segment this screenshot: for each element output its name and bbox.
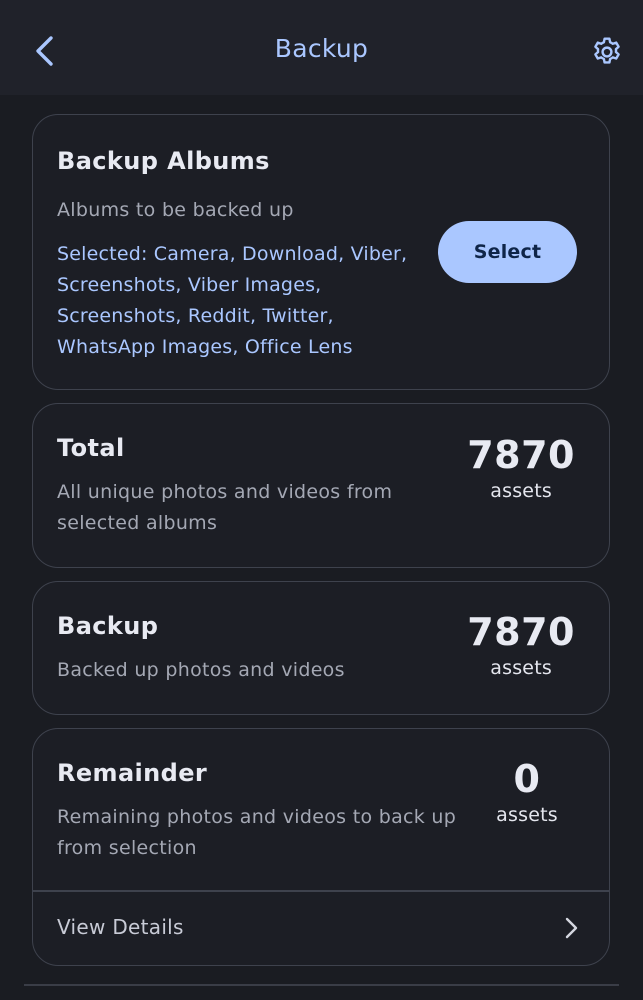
count-unit: assets — [496, 804, 558, 826]
bottom-divider — [24, 984, 619, 986]
count-value: 7870 — [467, 610, 575, 654]
card-subtitle: Remaining photos and videos to back up f… — [57, 806, 457, 859]
total-card: Total All unique photos and videos from … — [32, 403, 610, 568]
count-value: 0 — [513, 757, 541, 801]
card-subtitle: Backed up photos and videos — [57, 659, 345, 681]
settings-button[interactable] — [586, 31, 628, 73]
count-unit: assets — [490, 480, 552, 502]
backup-albums-card: Backup Albums Albums to be backed up Sel… — [32, 114, 610, 390]
app-bar: Backup — [0, 0, 643, 95]
gear-icon — [594, 37, 620, 64]
card-title: Total — [57, 434, 125, 462]
remainder-card: Remainder Remaining photos and videos to… — [32, 728, 610, 966]
card-title: Remainder — [57, 759, 208, 787]
asset-count: 7870 assets — [467, 610, 575, 682]
backup-card: Backup Backed up photos and videos 7870 … — [32, 581, 610, 715]
chevron-right-icon — [565, 917, 578, 939]
asset-count: 0 assets — [479, 757, 575, 829]
page-title: Backup — [274, 34, 369, 63]
card-title: Backup — [57, 612, 159, 640]
card-subtitle: All unique photos and videos from select… — [57, 481, 393, 534]
view-details-row[interactable]: View Details — [33, 892, 609, 964]
card-title: Backup Albums — [57, 147, 270, 175]
selected-albums-text: Selected: Camera, Download, Viber, Scree… — [57, 243, 408, 358]
count-unit: assets — [490, 657, 552, 679]
select-albums-button[interactable]: Select — [438, 221, 577, 283]
asset-count: 7870 assets — [467, 433, 575, 505]
view-details-label: View Details — [57, 915, 184, 939]
card-subtitle: Albums to be backed up — [57, 199, 294, 221]
count-value: 7870 — [467, 433, 575, 477]
